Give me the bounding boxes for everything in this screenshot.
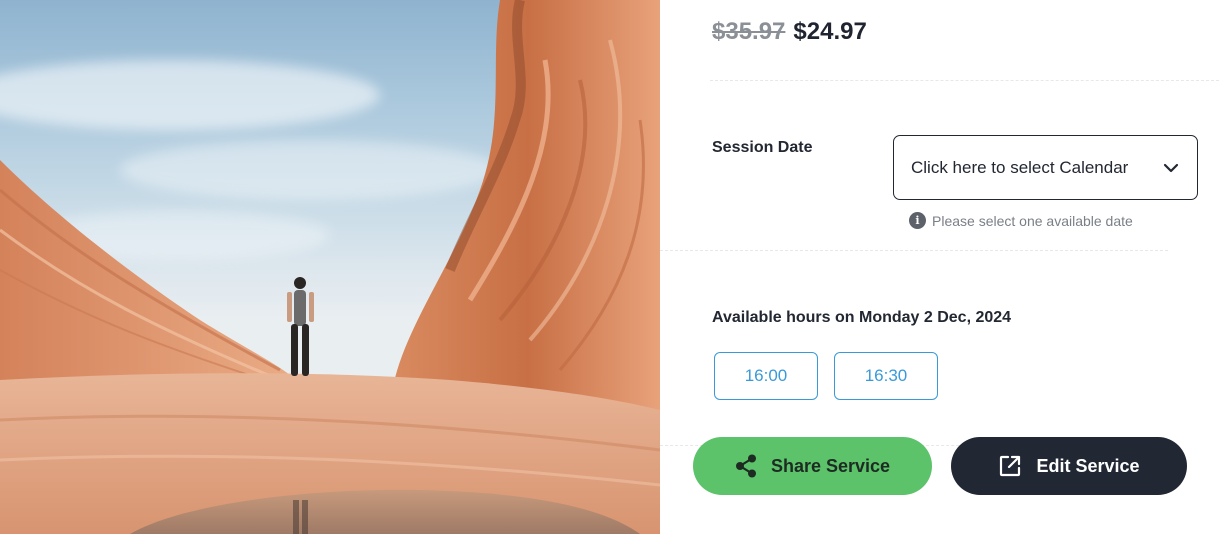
session-date-label: Session Date: [712, 139, 813, 156]
original-price: $35.97: [712, 18, 786, 45]
time-slot-button[interactable]: 16:00: [714, 352, 818, 400]
edit-service-button[interactable]: Edit Service: [951, 437, 1187, 495]
calendar-select[interactable]: Click here to select Calendar: [893, 135, 1198, 200]
share-service-label: Share Service: [770, 455, 891, 476]
date-hint-text: Please select one available date: [932, 212, 1133, 229]
sale-price: $24.97: [793, 18, 867, 45]
share-service-button[interactable]: Share Service: [693, 437, 932, 495]
divider-top: [710, 80, 1219, 81]
canyon-scene: [0, 0, 660, 534]
available-hours-label: Available hours on Monday 2 Dec, 2024: [712, 309, 1012, 326]
calendar-select-text: Click here to select Calendar: [911, 157, 1129, 177]
info-icon: i: [909, 212, 926, 229]
divider-middle: [660, 250, 1168, 251]
edit-service-label: Edit Service: [1036, 455, 1140, 476]
time-slot-button[interactable]: 16:30: [834, 352, 938, 400]
share-icon: [735, 454, 757, 478]
service-photo: [0, 0, 660, 534]
external-link-icon: [998, 454, 1022, 478]
date-hint: i Please select one available date: [909, 212, 1133, 229]
price-row: $35.97 $24.97: [712, 14, 867, 50]
chevron-down-icon: [1163, 160, 1179, 176]
